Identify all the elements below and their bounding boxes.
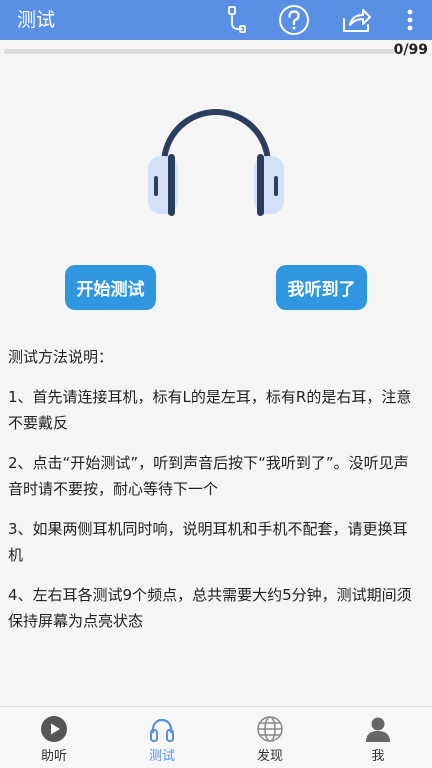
help-icon[interactable] xyxy=(276,2,312,38)
tab-me[interactable]: 我 xyxy=(324,707,432,768)
instruction-item: 4、左右耳各测试9个频点，总共需要大约5分钟，测试期间须保持屏幕为点亮状态 xyxy=(8,586,412,630)
bottom-nav: 助听 测试 发现 我 xyxy=(0,706,432,768)
app-bar: 测试 xyxy=(0,0,432,40)
play-circle-icon xyxy=(40,715,68,743)
tab-discover[interactable]: 发现 xyxy=(216,707,324,768)
tab-label: 测试 xyxy=(148,749,175,764)
headphones-illustration xyxy=(146,94,286,220)
progress-counter: 0/99 xyxy=(393,42,428,58)
instructions-heading: 测试方法说明： xyxy=(8,348,114,366)
test-progress-bar xyxy=(4,49,394,54)
instruction-item: 2、点击“开始测试”，听到声音后按下“我听到了”。没听见声音时请不要按，耐心等待… xyxy=(8,454,409,498)
person-icon xyxy=(364,715,392,743)
test-instructions: 测试方法说明： 1、首先请连接耳机，标有L的是左耳，标有R的是右耳，注意不要戴反… xyxy=(8,344,418,648)
usb-plug-icon[interactable] xyxy=(216,2,252,38)
tab-label: 我 xyxy=(371,749,385,764)
tab-hearing-aid[interactable]: 助听 xyxy=(0,707,108,768)
instruction-item: 1、首先请连接耳机，标有L的是左耳，标有R的是右耳，注意不要戴反 xyxy=(8,388,412,432)
instruction-item: 3、如果两侧耳机同时响，说明耳机和手机不配套，请更换耳机 xyxy=(8,520,408,564)
tab-test[interactable]: 测试 xyxy=(108,707,216,768)
tab-label: 助听 xyxy=(40,749,67,764)
start-test-button[interactable]: 开始测试 xyxy=(65,265,156,310)
page-title: 测试 xyxy=(17,9,56,31)
share-icon[interactable] xyxy=(338,2,374,38)
i-heard-it-button[interactable]: 我听到了 xyxy=(276,265,367,310)
more-vert-icon[interactable] xyxy=(392,2,428,38)
tab-label: 发现 xyxy=(256,749,283,764)
globe-icon xyxy=(256,715,284,743)
headphones-icon xyxy=(148,715,176,743)
